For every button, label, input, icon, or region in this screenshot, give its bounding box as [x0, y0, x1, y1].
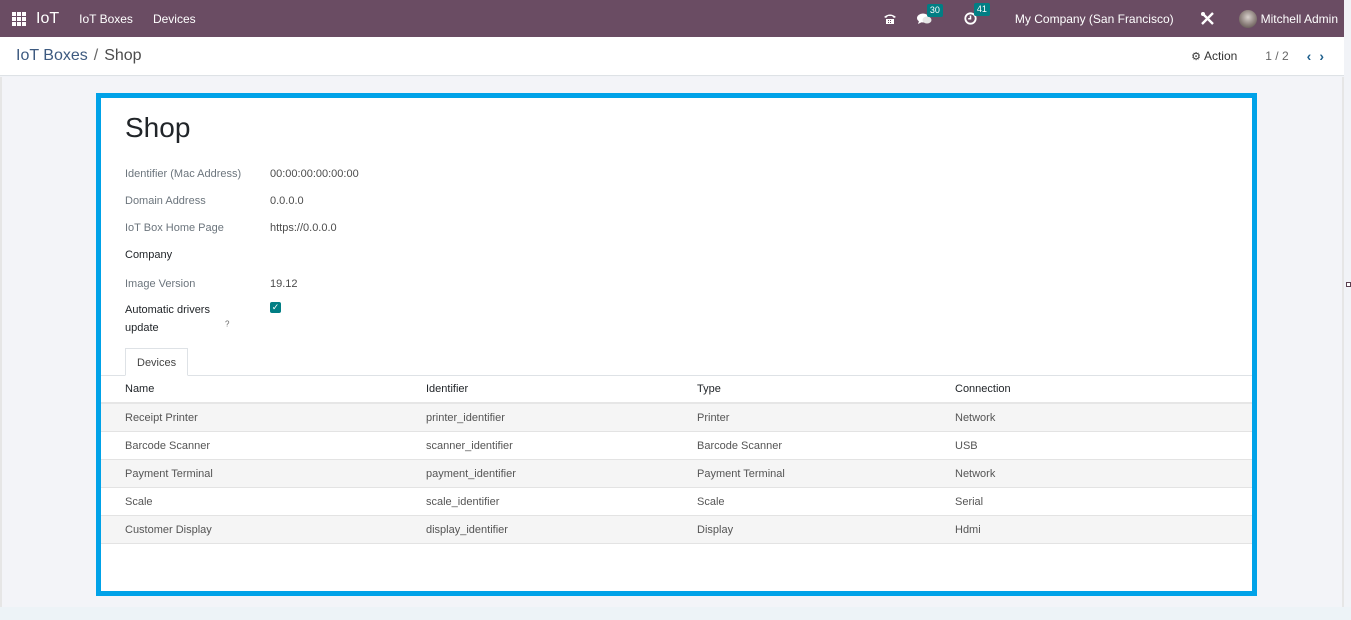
- device-name: Scale: [125, 495, 153, 508]
- column-header-name[interactable]: Name: [101, 383, 426, 395]
- identifier-value[interactable]: 00:00:00:00:00:00: [270, 168, 359, 180]
- device-name: Barcode Scanner: [125, 439, 210, 452]
- device-connection: Network: [955, 467, 996, 480]
- top-navbar: IoT IoT Boxes Devices 30 41 My Company (…: [0, 0, 1344, 37]
- field-label: Identifier (Mac Address): [125, 167, 242, 180]
- field-label: Automatic drivers update?: [125, 301, 270, 337]
- chevron-left-icon[interactable]: ‹: [1307, 48, 1312, 64]
- table-row[interactable]: Payment Terminal payment_identifier Paymen…: [101, 460, 1252, 488]
- device-type: Scale: [697, 495, 725, 508]
- field-domain-address: Domain Address 0.0.0.0: [125, 187, 359, 214]
- device-identifier: display_identifier: [426, 523, 508, 536]
- field-label: IoT Box Home Page: [125, 221, 224, 234]
- gear-icon: ⚙: [1191, 50, 1201, 63]
- field-home-page: IoT Box Home Page https://0.0.0.0: [125, 214, 359, 241]
- column-header-identifier[interactable]: Identifier: [426, 383, 697, 395]
- grid-icon[interactable]: [12, 11, 26, 26]
- user-name: Mitchell Admin: [1260, 11, 1338, 26]
- messages-badge: 30: [926, 3, 943, 17]
- bottom-strip: [0, 607, 1351, 620]
- device-identifier: scanner_identifier: [426, 439, 513, 452]
- field-image-version: Image Version 19.12: [125, 270, 359, 297]
- breadcrumb-current: Shop: [104, 47, 142, 64]
- field-identifier: Identifier (Mac Address) 00:00:00:00:00:…: [125, 160, 359, 187]
- pager-value[interactable]: 1 / 2: [1265, 49, 1288, 63]
- table-header: Name Identifier Type Connection: [101, 376, 1252, 404]
- device-name: Receipt Printer: [125, 411, 198, 424]
- table-row[interactable]: Customer Display display_identifier Displa…: [101, 516, 1252, 544]
- device-connection: Network: [955, 411, 996, 424]
- control-panel: IoT Boxes / Shop ⚙ Action 1 / 2 ‹ ›: [0, 37, 1344, 76]
- device-connection: USB: [955, 439, 978, 452]
- auto-update-checkbox[interactable]: ✓: [270, 302, 281, 313]
- help-icon[interactable]: ?: [225, 319, 229, 328]
- field-label: Company: [125, 248, 173, 261]
- image-version-value[interactable]: 19.12: [270, 278, 298, 290]
- device-identifier: scale_identifier: [426, 495, 500, 508]
- resize-handle[interactable]: [1346, 282, 1351, 287]
- menu-devices[interactable]: Devices: [153, 12, 196, 26]
- home-page-link[interactable]: https://0.0.0.0: [270, 222, 337, 234]
- field-label: Image Version: [125, 277, 196, 290]
- phone-icon[interactable]: [883, 13, 897, 25]
- device-identifier: payment_identifier: [426, 467, 516, 480]
- device-connection: Hdmi: [955, 523, 981, 536]
- device-identifier: printer_identifier: [426, 411, 505, 424]
- chat-icon[interactable]: 30: [916, 3, 943, 25]
- device-connection: Serial: [955, 495, 984, 508]
- avatar: [1238, 9, 1257, 28]
- column-header-connection[interactable]: Connection: [955, 383, 1252, 395]
- field-company: Company: [125, 241, 359, 268]
- table-row[interactable]: Scale scale_identifier Scale Serial: [101, 488, 1252, 516]
- device-name: Customer Display: [125, 523, 212, 536]
- activities-badge: 41: [973, 3, 990, 16]
- field-auto-update: Automatic drivers update? ✓: [125, 297, 359, 337]
- domain-address-value[interactable]: 0.0.0.0: [270, 195, 304, 207]
- action-label: Action: [1203, 49, 1238, 63]
- breadcrumb: IoT Boxes / Shop: [16, 47, 142, 65]
- device-name: Payment Terminal: [125, 467, 213, 480]
- company-switcher[interactable]: My Company (San Francisco): [1015, 12, 1174, 26]
- table-row[interactable]: Receipt Printer printer_identifier Printer…: [101, 404, 1252, 432]
- app-name[interactable]: IoT: [36, 10, 59, 28]
- table-row[interactable]: Barcode Scanner scanner_identifier Barcode…: [101, 432, 1252, 460]
- breadcrumb-iot-boxes[interactable]: IoT Boxes: [16, 47, 88, 64]
- form-fields: Identifier (Mac Address) 00:00:00:00:00:…: [125, 160, 359, 337]
- column-header-type[interactable]: Type: [697, 383, 955, 395]
- tab-devices[interactable]: Devices: [125, 348, 189, 376]
- form-sheet: Shop Identifier (Mac Address) 00:00:00:0…: [96, 93, 1257, 596]
- menu-iot-boxes[interactable]: IoT Boxes: [79, 12, 133, 26]
- devices-table: Name Identifier Type Connection Receipt …: [101, 375, 1252, 544]
- clock-icon[interactable]: 41: [964, 3, 990, 25]
- device-type: Barcode Scanner: [697, 439, 782, 452]
- device-type: Printer: [697, 411, 730, 424]
- field-label: Domain Address: [125, 194, 206, 207]
- breadcrumb-separator: /: [93, 47, 99, 64]
- device-type: Payment Terminal: [697, 467, 785, 480]
- record-title[interactable]: Shop: [125, 112, 190, 144]
- device-type: Display: [697, 523, 734, 536]
- tools-icon[interactable]: [1200, 11, 1215, 26]
- auto-update-label: Automatic drivers update: [125, 304, 210, 334]
- action-button[interactable]: ⚙ Action: [1191, 49, 1237, 63]
- user-menu[interactable]: Mitchell Admin: [1238, 9, 1338, 28]
- chevron-right-icon[interactable]: ›: [1319, 48, 1324, 64]
